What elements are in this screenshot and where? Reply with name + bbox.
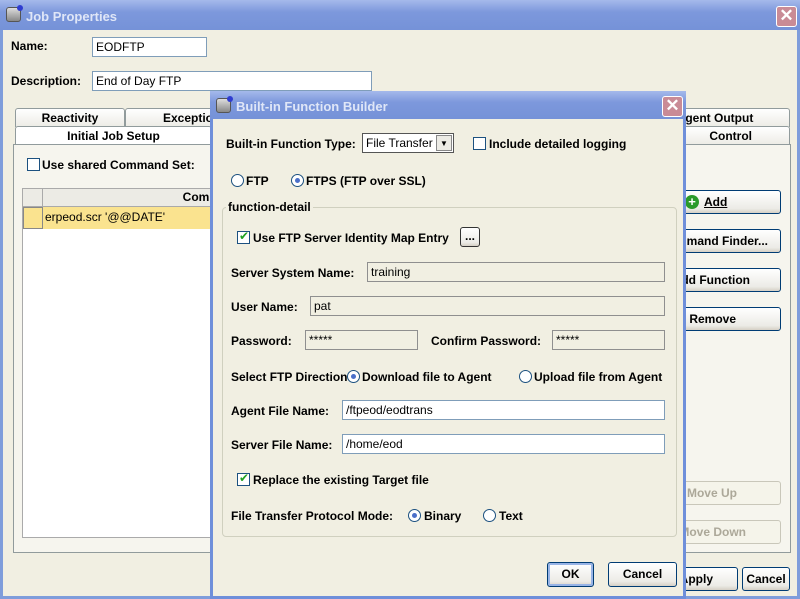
- dialog-title: Built-in Function Builder: [236, 99, 388, 114]
- chevron-down-icon[interactable]: ▼: [436, 135, 452, 151]
- text-label: Text: [499, 509, 523, 523]
- identity-map-label: Use FTP Server Identity Map Entry: [253, 231, 449, 245]
- replace-target-checkbox[interactable]: [237, 471, 250, 486]
- dialog-app-icon: [216, 96, 233, 113]
- ftp-radio[interactable]: [231, 174, 244, 187]
- identity-map-checkbox[interactable]: [237, 229, 250, 244]
- text-radio[interactable]: [483, 509, 496, 522]
- add-icon: +: [685, 195, 699, 209]
- dialog-title-bar: Built-in Function Builder: [210, 91, 686, 119]
- binary-label: Binary: [424, 509, 462, 523]
- app-icon: [6, 5, 23, 22]
- shared-command-label: Use shared Command Set:: [42, 158, 195, 172]
- name-input[interactable]: EODFTP: [92, 37, 207, 57]
- server-file-label: Server File Name:: [231, 438, 333, 452]
- confirm-password-input[interactable]: *****: [552, 330, 665, 350]
- transfer-mode-label: File Transfer Protocol Mode:: [231, 509, 394, 523]
- ftps-radio[interactable]: [291, 174, 304, 187]
- dialog-cancel-button[interactable]: Cancel: [608, 562, 677, 587]
- group-legend: function-detail: [226, 200, 313, 214]
- dialog-close-icon[interactable]: ✕: [662, 96, 683, 117]
- detailed-logging-checkbox[interactable]: [473, 137, 486, 150]
- upload-label: Upload file from Agent: [534, 370, 663, 384]
- server-system-input[interactable]: training: [367, 262, 665, 282]
- direction-label: Select FTP Direction:: [231, 370, 352, 384]
- outer-cancel-button[interactable]: Cancel: [742, 567, 790, 591]
- download-label: Download file to Agent: [362, 370, 492, 384]
- shared-command-checkbox[interactable]: [27, 158, 40, 171]
- ftp-label: FTP: [246, 174, 269, 188]
- confirm-password-label: Confirm Password:: [431, 334, 542, 348]
- upload-radio[interactable]: [519, 370, 532, 383]
- function-type-value: File Transfer: [366, 136, 433, 150]
- title-bar: Job Properties: [0, 0, 800, 30]
- corner-cell: [23, 189, 43, 207]
- function-type-select[interactable]: File Transfer ▼: [362, 133, 454, 153]
- user-name-label: User Name:: [231, 300, 298, 314]
- password-label: Password:: [231, 334, 292, 348]
- window-title: Job Properties: [26, 9, 118, 24]
- browse-button[interactable]: ...: [460, 227, 480, 247]
- ok-button[interactable]: OK: [547, 562, 594, 587]
- close-icon[interactable]: ✕: [776, 6, 797, 27]
- description-label: Description:: [11, 74, 82, 88]
- password-input[interactable]: *****: [305, 330, 418, 350]
- server-file-input[interactable]: /home/eod: [342, 434, 665, 454]
- ftps-label: FTPS (FTP over SSL): [306, 174, 426, 188]
- server-system-label: Server System Name:: [231, 266, 355, 280]
- description-input[interactable]: End of Day FTP: [92, 71, 372, 91]
- tab-initial-job-setup[interactable]: Initial Job Setup: [15, 126, 212, 145]
- agent-file-label: Agent File Name:: [231, 404, 330, 418]
- row-header[interactable]: [23, 207, 43, 229]
- function-type-label: Built-in Function Type:: [226, 137, 356, 151]
- binary-radio[interactable]: [408, 509, 421, 522]
- user-name-input[interactable]: pat: [310, 296, 665, 316]
- tab-reactivity[interactable]: Reactivity: [15, 108, 125, 127]
- replace-target-label: Replace the existing Target file: [253, 473, 429, 487]
- download-radio[interactable]: [347, 370, 360, 383]
- detailed-logging-label: Include detailed logging: [489, 137, 627, 151]
- agent-file-input[interactable]: /ftpeod/eodtrans: [342, 400, 665, 420]
- name-label: Name:: [11, 39, 48, 53]
- add-label: Add: [704, 195, 728, 209]
